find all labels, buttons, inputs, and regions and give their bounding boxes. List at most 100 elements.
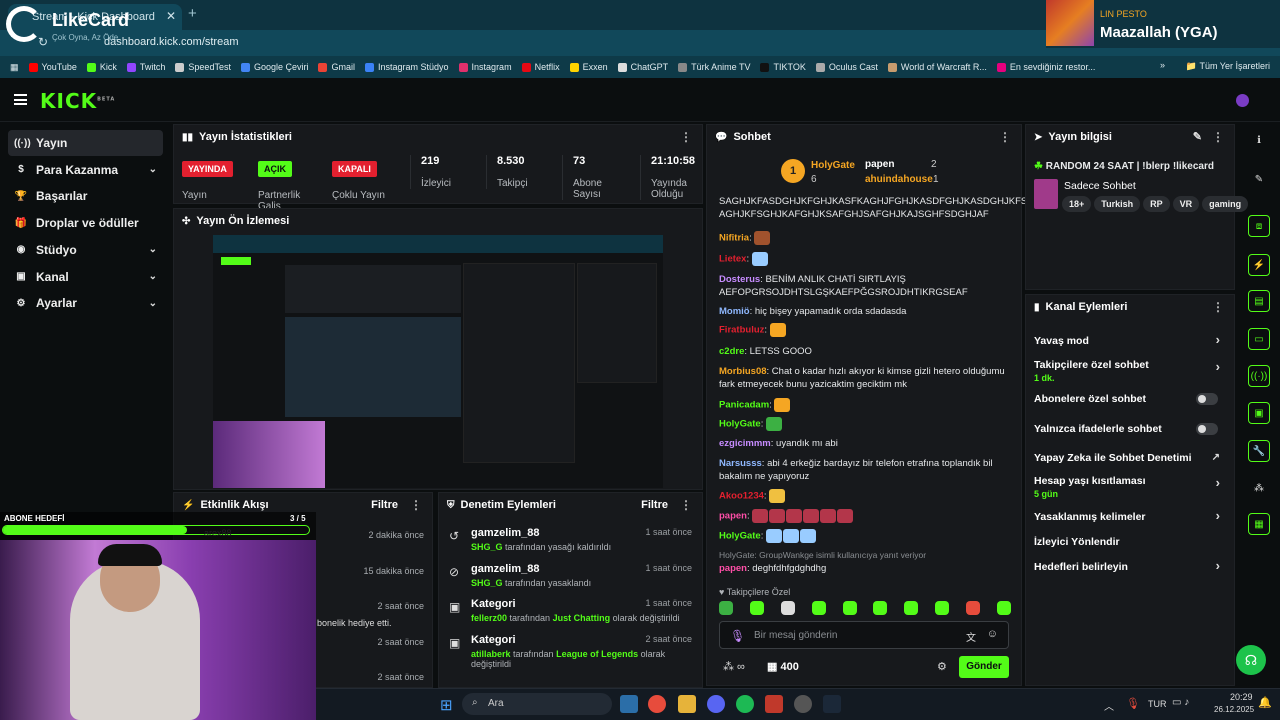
emote-icon[interactable] bbox=[966, 601, 980, 615]
bookmark-item[interactable]: Kick bbox=[86, 62, 117, 72]
emote-icon[interactable] bbox=[749, 601, 764, 615]
translate-icon[interactable]: 文 bbox=[966, 629, 976, 644]
support-chat-icon[interactable]: ☊ bbox=[1236, 645, 1266, 675]
bookmark-item[interactable]: Instagram bbox=[458, 62, 512, 72]
channel-action-row[interactable]: Yasaklanmış kelimeler › bbox=[1034, 508, 1224, 523]
chat-input[interactable]: 🎙 Bir mesaj gönderin 文 ☺ bbox=[719, 621, 1009, 649]
chevron-right-icon[interactable]: › bbox=[1216, 508, 1220, 523]
more-icon[interactable]: ⋮ bbox=[1212, 300, 1224, 314]
sidebar-item[interactable]: $ Para Kazanma ⌄ bbox=[8, 157, 163, 183]
lightning-icon[interactable]: ⚡ bbox=[1248, 254, 1270, 276]
chat-username[interactable]: c2dre bbox=[719, 346, 744, 357]
chevron-right-icon[interactable]: › bbox=[1216, 332, 1220, 347]
chat-username[interactable]: Nifitria bbox=[719, 233, 749, 244]
bookmark-item[interactable]: ChatGPT bbox=[617, 62, 668, 72]
info-icon[interactable]: ℹ bbox=[1248, 129, 1270, 151]
moderator-name[interactable]: SHG_G bbox=[471, 542, 503, 552]
crop-icon[interactable]: ⧈ bbox=[1248, 215, 1270, 237]
bookmark-item[interactable]: Oculus Cast bbox=[815, 62, 878, 72]
broadcast-icon[interactable]: ((·)) bbox=[1248, 365, 1270, 387]
moderation-item[interactable]: ▣ Kategori fellerz00 tarafından Just Chatt… bbox=[449, 598, 692, 630]
tag-pill[interactable]: 18+ bbox=[1062, 196, 1092, 212]
chevron-down-icon[interactable]: ⌄ bbox=[149, 298, 157, 309]
chat-username[interactable]: HolyGate bbox=[719, 419, 761, 430]
infinity-icon[interactable]: ⁂ ∞ bbox=[723, 660, 745, 673]
channel-action-row[interactable]: Hesap yaşı kısıtlaması 5 gün › bbox=[1034, 475, 1224, 499]
emote-icon[interactable] bbox=[842, 601, 857, 615]
chat-username[interactable]: Dosterus bbox=[719, 274, 760, 285]
notification-icon[interactable]: 🔔 bbox=[1258, 696, 1272, 709]
category-name[interactable]: League of Legends bbox=[556, 649, 638, 659]
category-name[interactable]: Sadece Sohbet bbox=[1064, 180, 1136, 192]
tag-pill[interactable]: VR bbox=[1172, 196, 1200, 212]
moderation-item[interactable]: ⊘ gamzelim_88 SHG_G tarafından yasaklandı 1… bbox=[449, 563, 692, 595]
bookmark-item[interactable]: Twitch bbox=[126, 62, 165, 72]
chat-username[interactable]: Momiö bbox=[719, 306, 750, 317]
channel-action-row[interactable]: İzleyici Yönlendir bbox=[1034, 536, 1224, 548]
clock-date[interactable]: 26.12.2025 bbox=[1214, 705, 1254, 714]
bookmark-item[interactable]: Instagram Stüdyo bbox=[365, 62, 449, 72]
emote-icon[interactable] bbox=[719, 601, 733, 615]
channel-action-row[interactable]: Abonelere özel sohbet bbox=[1034, 393, 1224, 405]
channel-action-row[interactable]: Takipçilere özel sohbet 1 dk. › bbox=[1034, 359, 1224, 383]
moderator-name[interactable]: atillaberk bbox=[471, 649, 511, 659]
emote-icon[interactable] bbox=[935, 601, 950, 615]
sidebar-item[interactable]: ((·)) Yayın bbox=[8, 130, 163, 156]
taskbar-search[interactable]: ⌕ Ara bbox=[462, 693, 612, 715]
chat-username[interactable]: papen bbox=[719, 563, 747, 574]
tag-pill[interactable]: Turkish bbox=[1094, 196, 1141, 212]
emote-icon[interactable] bbox=[996, 601, 1011, 615]
mic-icon[interactable]: 🎙 bbox=[730, 629, 745, 643]
language-indicator[interactable]: TUR bbox=[1148, 699, 1167, 709]
apps-icon[interactable]: ▦ bbox=[10, 62, 19, 73]
tag-pill[interactable]: gaming bbox=[1202, 196, 1249, 212]
channel-points[interactable]: ▦ 400 bbox=[767, 660, 799, 673]
top-gifter-3-name[interactable]: ahuindahouse bbox=[865, 174, 933, 185]
bookmark-item[interactable]: TIKTOK bbox=[760, 62, 806, 72]
chevron-right-icon[interactable]: › bbox=[1216, 475, 1220, 490]
new-tab-button[interactable]: + bbox=[188, 5, 197, 22]
channel-action-row[interactable]: Yalnızca ifadelerle sohbet bbox=[1034, 423, 1224, 435]
bookmarks-more-button[interactable]: » bbox=[1160, 60, 1165, 70]
bookmark-item[interactable]: Google Çeviri bbox=[240, 62, 308, 72]
send-button[interactable]: Gönder bbox=[959, 656, 1009, 678]
bookmark-item[interactable]: Netflix bbox=[521, 62, 560, 72]
chat-username[interactable]: Firatbuluz bbox=[719, 325, 764, 336]
top-gifter-name[interactable]: HolyGate bbox=[811, 160, 855, 171]
moderator-name[interactable]: fellerz00 bbox=[471, 613, 507, 623]
discord-icon[interactable] bbox=[707, 695, 725, 713]
sidebar-item[interactable]: 🏆 Başarılar bbox=[8, 183, 163, 209]
moderation-filter-button[interactable]: Filtre bbox=[641, 499, 668, 511]
chat-username[interactable]: papen bbox=[719, 511, 747, 522]
emoji-icon[interactable]: ☺ bbox=[987, 628, 998, 640]
chat-username[interactable]: Panicadam bbox=[719, 400, 769, 411]
top-gifter-2-name[interactable]: papen bbox=[865, 159, 894, 170]
windows-start-icon[interactable]: ⊞ bbox=[440, 696, 453, 714]
more-icon[interactable]: ⋮ bbox=[680, 498, 692, 512]
wrench-icon[interactable]: 🔧 bbox=[1248, 440, 1270, 462]
chevron-down-icon[interactable]: ⌄ bbox=[149, 271, 157, 282]
more-icon[interactable]: ⋮ bbox=[680, 130, 692, 144]
avatar[interactable] bbox=[1236, 94, 1249, 107]
bookmark-item[interactable]: YouTube bbox=[28, 62, 77, 72]
tag-pill[interactable]: RP bbox=[1143, 196, 1170, 212]
moderation-item[interactable]: ▣ Kategori atillaberk tarafından League of… bbox=[449, 634, 692, 669]
emote-icon[interactable] bbox=[873, 601, 888, 615]
emote-icon[interactable] bbox=[904, 601, 919, 615]
chrome-icon[interactable] bbox=[648, 695, 666, 713]
close-icon[interactable]: ✕ bbox=[166, 9, 176, 23]
emote-icon[interactable] bbox=[811, 601, 826, 615]
layout-icon[interactable]: ▣ bbox=[1248, 402, 1270, 424]
bookmark-item[interactable]: World of Warcraft R... bbox=[887, 62, 987, 72]
pencil-icon[interactable]: ✎ bbox=[1248, 168, 1270, 190]
notes-icon[interactable]: ▤ bbox=[1248, 290, 1270, 312]
bookmark-item[interactable]: SpeedTest bbox=[175, 62, 231, 72]
moderator-name[interactable]: SHG_G bbox=[471, 578, 503, 588]
toggle-switch[interactable] bbox=[1196, 393, 1218, 405]
chat-username[interactable]: Narsusss bbox=[719, 458, 762, 469]
chat-username[interactable]: ezgicimmm bbox=[719, 438, 771, 449]
obs-icon[interactable] bbox=[794, 695, 812, 713]
gear-icon[interactable]: ⚙ bbox=[937, 660, 947, 673]
kick-logo[interactable]: KICKBETA bbox=[40, 89, 115, 113]
chevron-down-icon[interactable]: ⌄ bbox=[149, 164, 157, 175]
